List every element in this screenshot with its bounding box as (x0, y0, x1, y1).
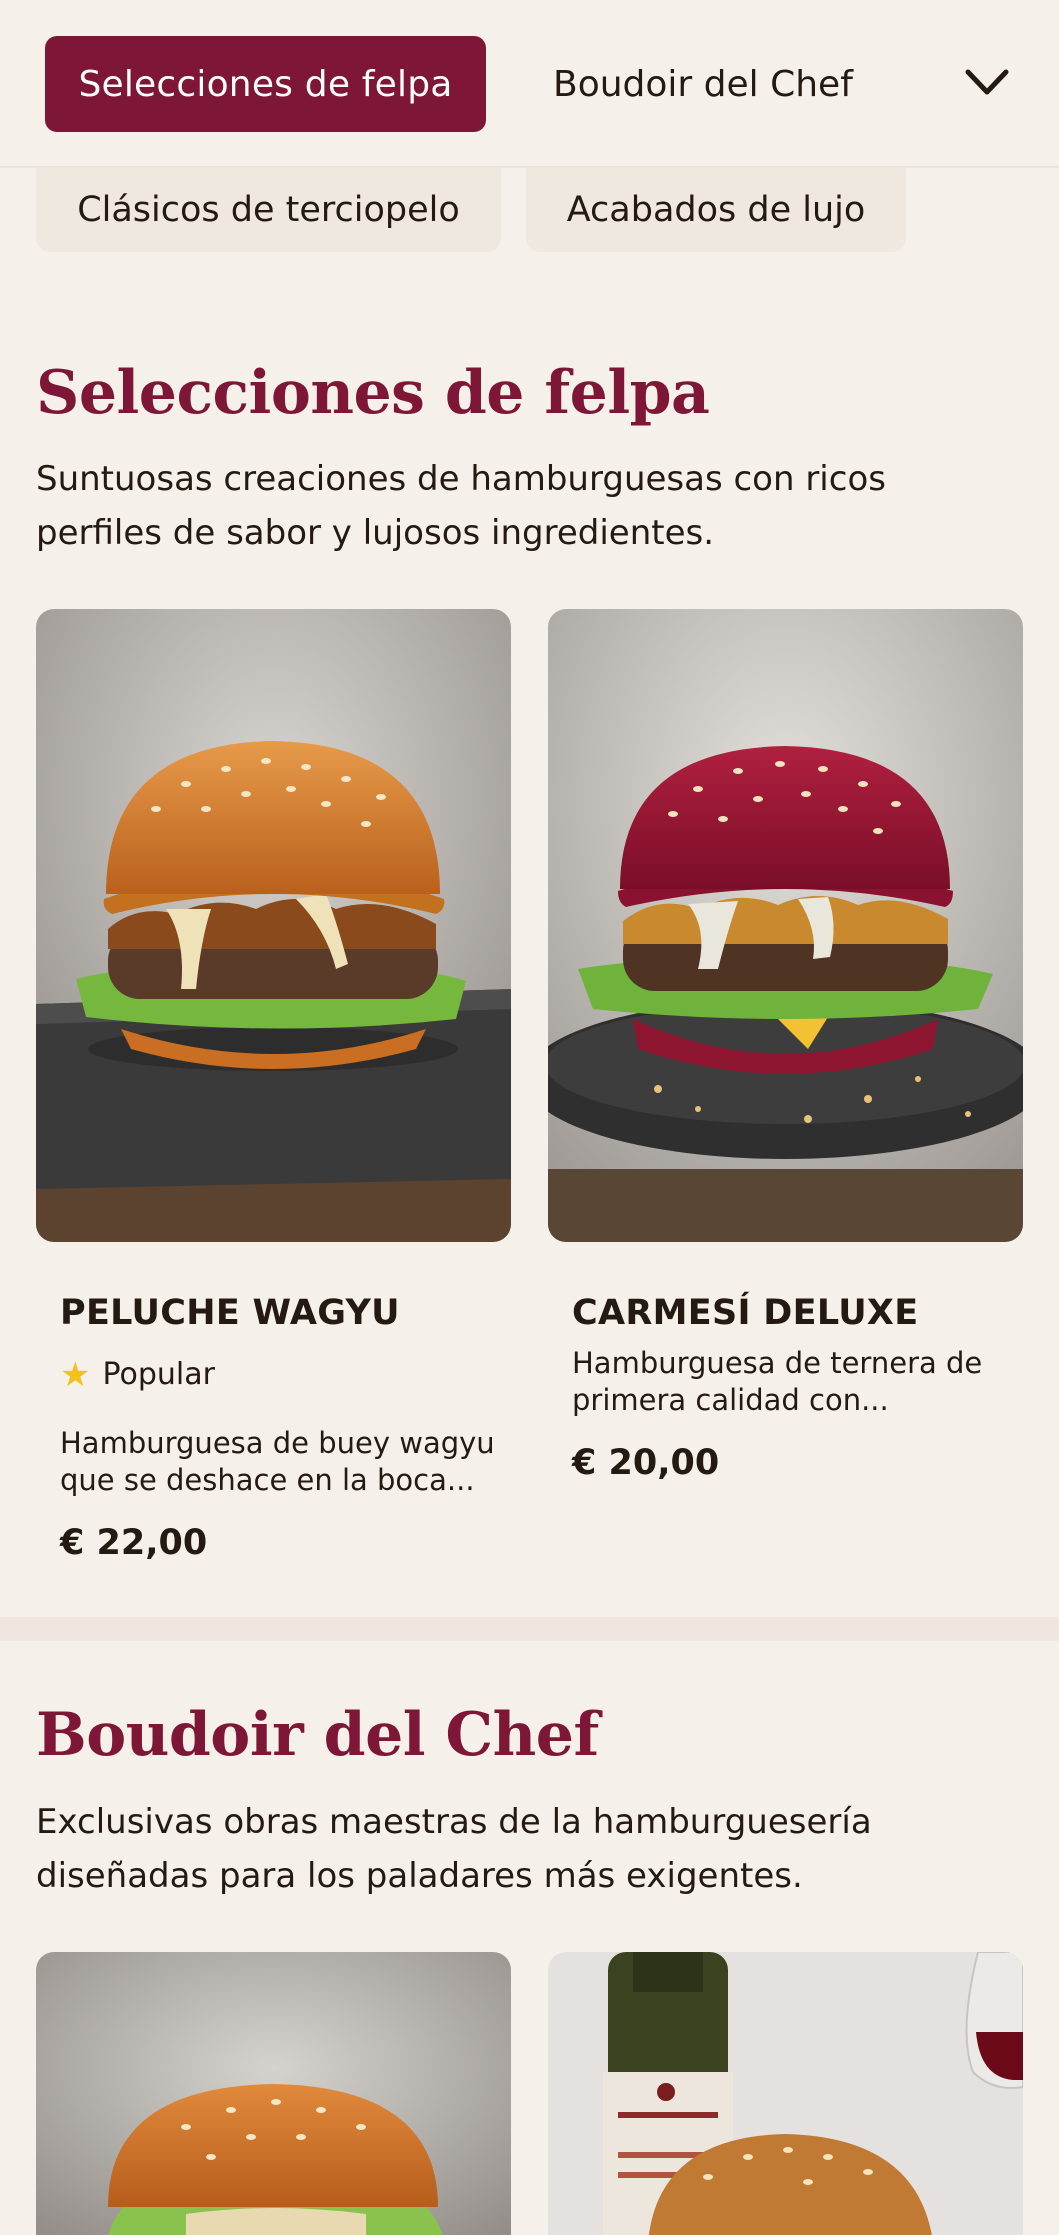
star-icon: ★ (60, 1354, 91, 1395)
product-image[interactable] (36, 1952, 511, 2235)
badge-label: Popular (102, 1357, 215, 1392)
product-price: € 20,00 (572, 1443, 720, 1483)
chevron-down-icon[interactable] (962, 62, 1012, 102)
product-name[interactable]: PELUCHE WAGYU (60, 1293, 400, 1333)
product-image[interactable] (548, 1952, 1023, 2235)
chip-clasicos-de-terciopelo[interactable]: Clásicos de terciopelo (36, 168, 501, 252)
section-divider (0, 1617, 1059, 1641)
popular-badge: ★ Popular (60, 1357, 215, 1392)
section-description: Suntuosas creaciones de hamburguesas con… (36, 459, 886, 553)
product-name[interactable]: CARMESÍ DELUXE (572, 1293, 918, 1333)
product-price: € 22,00 (60, 1523, 208, 1563)
section-title: Boudoir del Chef (36, 1700, 599, 1770)
product-description: Hamburguesa de ternera de primera calida… (572, 1346, 983, 1417)
section-title: Selecciones de felpa (36, 358, 710, 428)
tab-boudoir-del-chef[interactable]: Boudoir del Chef (553, 36, 853, 132)
section-description: Exclusivas obras maestras de la hamburgu… (36, 1802, 872, 1896)
category-nav: Selecciones de felpa Boudoir del Chef (0, 0, 1059, 168)
subcategory-chips: Clásicos de terciopelo Acabados de lujo (0, 168, 1059, 254)
tab-selecciones-de-felpa[interactable]: Selecciones de felpa (45, 36, 486, 132)
product-description: Hamburguesa de buey wagyu que se deshace… (60, 1426, 495, 1497)
chip-acabados-de-lujo[interactable]: Acabados de lujo (526, 168, 906, 252)
product-image-carmesi-deluxe[interactable] (548, 609, 1023, 1242)
product-image-peluche-wagyu[interactable] (36, 609, 511, 1242)
